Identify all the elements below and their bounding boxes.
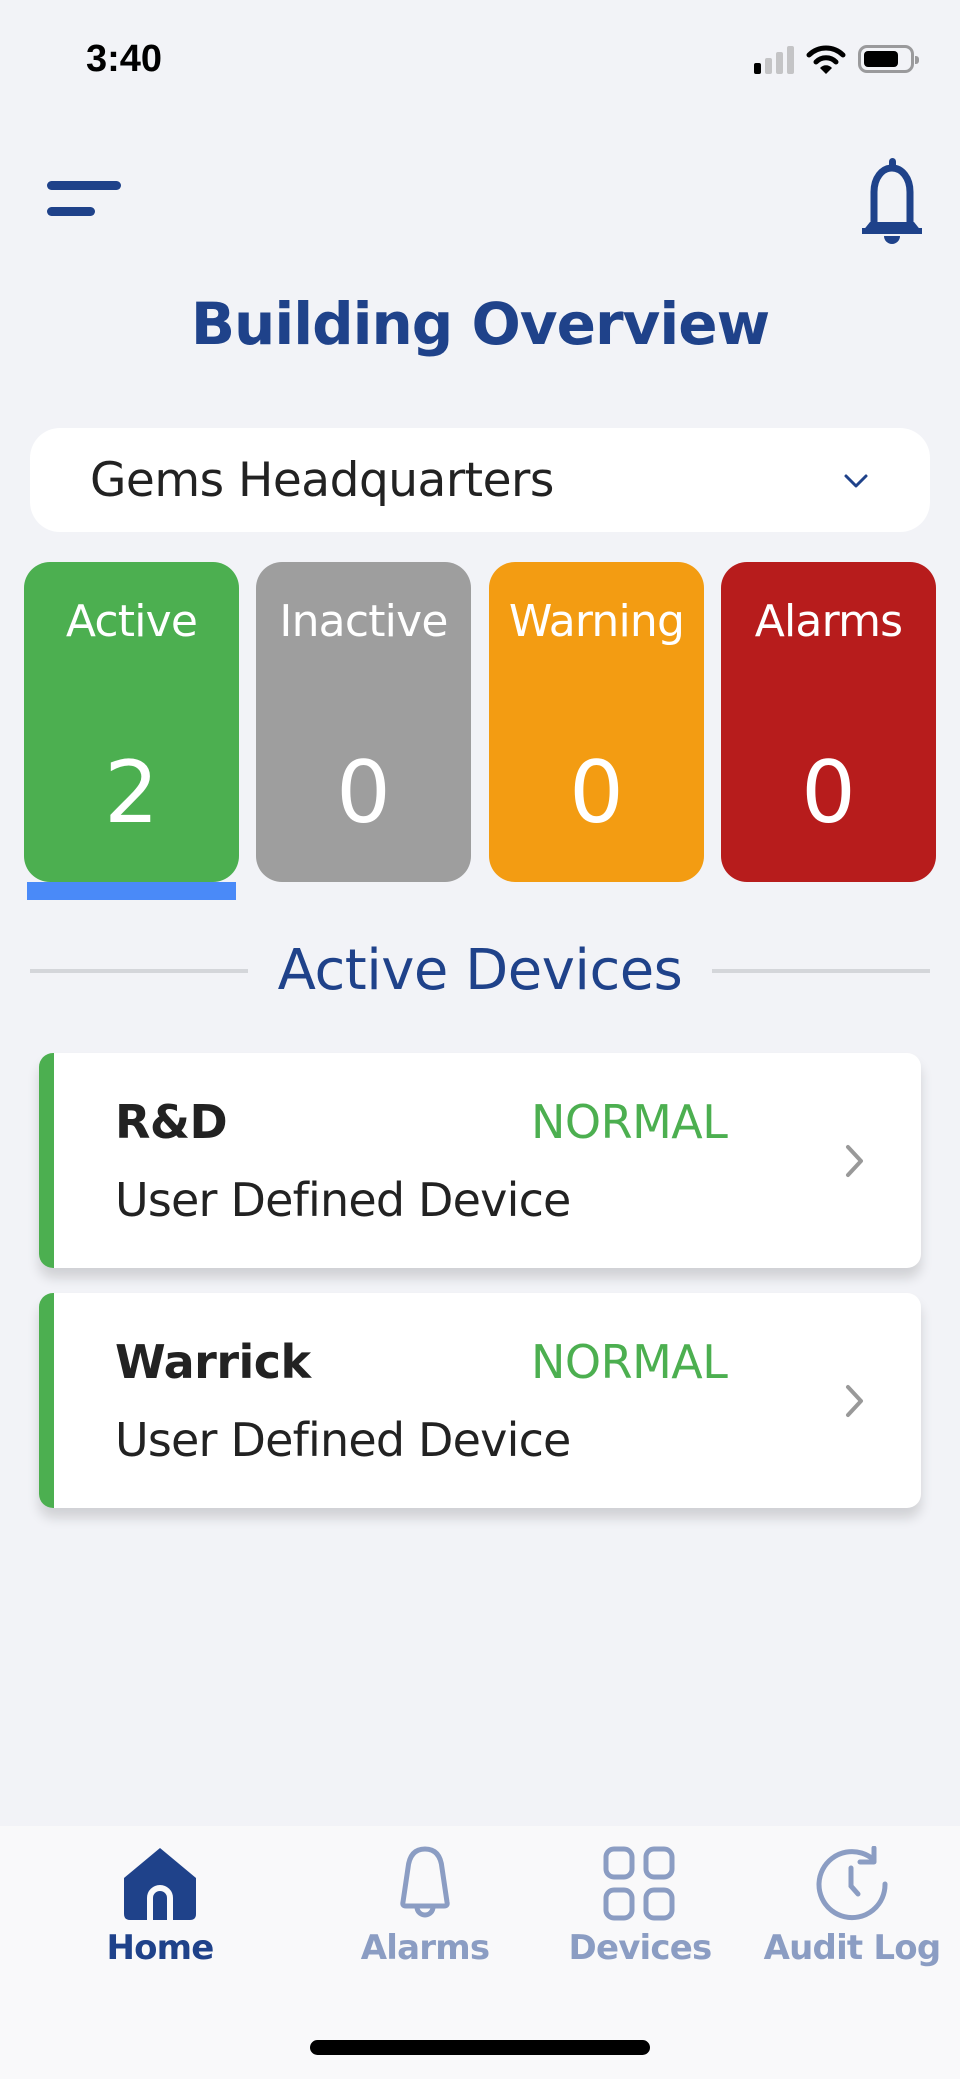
- tab-audit-log[interactable]: Audit Log: [752, 1826, 952, 1976]
- notifications-button[interactable]: [852, 156, 932, 248]
- status-accent-bar: [39, 1293, 54, 1508]
- tab-devices[interactable]: Devices: [540, 1826, 740, 1976]
- device-type: User Defined Device: [115, 1413, 571, 1467]
- tab-home[interactable]: Home: [60, 1826, 260, 1976]
- tile-inactive[interactable]: Inactive 0: [256, 562, 471, 882]
- home-indicator: [310, 2040, 650, 2055]
- selected-tile-indicator: [27, 882, 236, 900]
- device-name: Warrick: [115, 1335, 311, 1389]
- tab-label: Home: [106, 1928, 214, 1968]
- device-status: NORMAL: [531, 1335, 728, 1389]
- menu-button[interactable]: [44, 176, 126, 220]
- device-type: User Defined Device: [115, 1173, 571, 1227]
- tile-count: 0: [336, 743, 391, 843]
- status-icons: [754, 44, 919, 74]
- tile-count: 0: [801, 743, 856, 843]
- bell-icon: [400, 1846, 450, 1918]
- tile-label: Warning: [508, 596, 685, 647]
- grid-icon: [603, 1846, 675, 1921]
- status-accent-bar: [39, 1053, 54, 1268]
- tab-label: Alarms: [360, 1928, 490, 1968]
- chevron-right-icon: [846, 1145, 863, 1177]
- page-title: Building Overview: [190, 290, 770, 358]
- tab-alarms[interactable]: Alarms: [330, 1826, 520, 1976]
- chevron-down-icon: [844, 474, 868, 488]
- device-card[interactable]: Warrick NORMAL User Defined Device: [39, 1293, 921, 1508]
- battery-icon: [858, 45, 919, 73]
- status-time: 3:40: [86, 38, 163, 80]
- tile-label: Alarms: [754, 596, 903, 647]
- tile-label: Active: [65, 596, 198, 647]
- chevron-right-icon: [846, 1385, 863, 1417]
- wifi-icon: [806, 45, 846, 74]
- building-selector[interactable]: Gems Headquarters: [30, 428, 930, 532]
- device-status: NORMAL: [531, 1095, 728, 1149]
- tab-label: Devices: [568, 1928, 713, 1968]
- signal-icon: [754, 44, 794, 74]
- tab-label: Audit Log: [763, 1928, 942, 1968]
- menu-icon: [47, 181, 121, 190]
- history-icon: [816, 1846, 888, 1921]
- device-card[interactable]: R&D NORMAL User Defined Device: [39, 1053, 921, 1268]
- device-name: R&D: [115, 1095, 228, 1149]
- tile-active[interactable]: Active 2: [24, 562, 239, 882]
- tile-label: Inactive: [279, 596, 448, 647]
- tile-warning[interactable]: Warning 0: [489, 562, 704, 882]
- menu-icon-bar: [47, 207, 95, 216]
- tile-count: 0: [569, 743, 624, 843]
- home-icon: [124, 1848, 196, 1920]
- section-title: Active Devices: [277, 938, 683, 1003]
- tile-count: 2: [104, 743, 159, 843]
- building-selector-value: Gems Headquarters: [90, 453, 554, 508]
- tile-alarms[interactable]: Alarms 0: [721, 562, 936, 882]
- bell-icon: [862, 158, 922, 244]
